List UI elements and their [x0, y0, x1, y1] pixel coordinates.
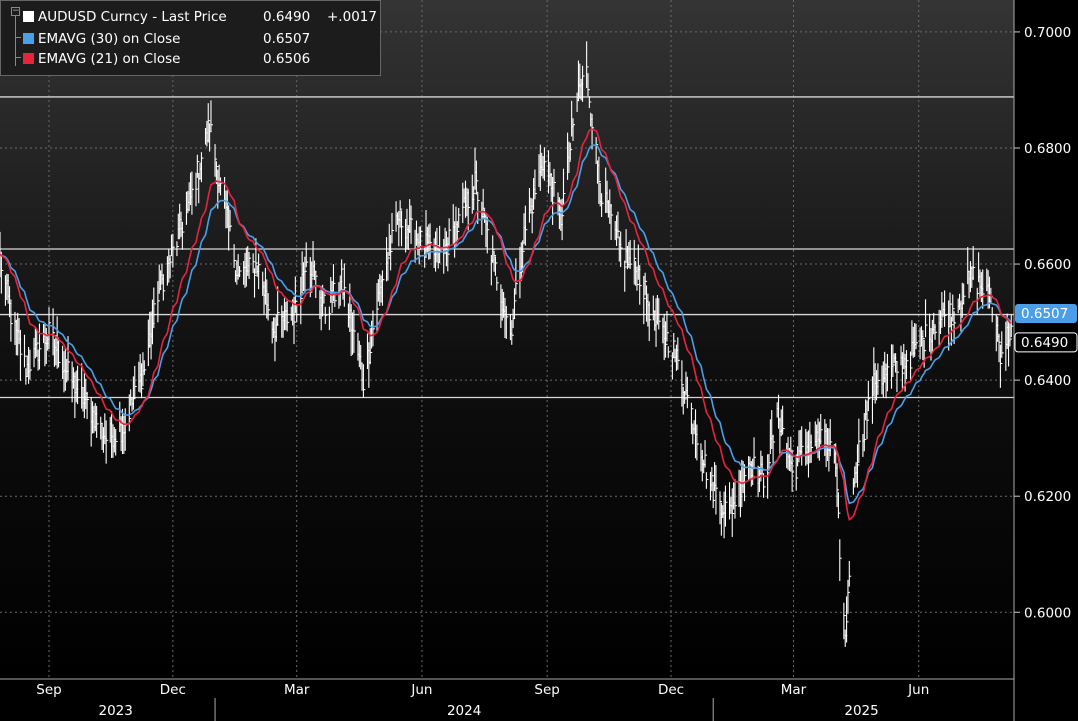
last-value-text: 0.6507	[1021, 306, 1068, 322]
legend-ema21-value: 0.6506	[263, 51, 311, 67]
ema21-swatch	[23, 53, 34, 64]
legend-ema30-name: EMAVG (30) on Close	[38, 31, 181, 47]
last-value-labels: 0.6507 0.6490	[1014, 304, 1078, 353]
legend-price-value: 0.6490	[263, 9, 311, 25]
legend-price-change: +.0017	[327, 9, 377, 25]
x-year-label: 2025	[844, 703, 878, 719]
chart-canvas: 0.7000 0.6800 0.6600 0.6400 0.6200 0.6000 Sep…	[0, 0, 1078, 721]
y-tick-label: 0.6200	[1024, 489, 1071, 505]
x-month-label: Jun	[410, 682, 432, 698]
y-tick-label: 0.6000	[1024, 605, 1071, 621]
ema30-swatch	[23, 33, 34, 44]
legend-row-price: AUDUSD Curncy - Last Price 0.6490 +.0017	[23, 8, 377, 26]
x-axis: Sep Dec Mar Jun Sep Dec Mar Jun 2023 2024 2025	[0, 678, 1014, 721]
x-month-label: Sep	[36, 682, 61, 698]
legend-row-ema21: EMAVG (21) on Close 0.6506	[23, 50, 310, 68]
collapse-toggle-icon[interactable]: −	[11, 7, 20, 16]
x-month-label: Sep	[534, 682, 559, 698]
y-tick-label: 0.7000	[1024, 25, 1071, 41]
y-tick-label: 0.6800	[1024, 141, 1071, 157]
x-month-label: Dec	[160, 682, 186, 698]
last-value-text: 0.6490	[1021, 335, 1068, 351]
legend: − AUDUSD Curncy - Last Price 0.6490 +.00…	[0, 0, 381, 76]
y-tick-label: 0.6400	[1024, 373, 1071, 389]
x-month-label: Mar	[284, 682, 310, 698]
legend-price-name: AUDUSD Curncy - Last Price	[38, 9, 227, 25]
x-month-label: Dec	[658, 682, 684, 698]
y-tick-label: 0.6600	[1024, 257, 1071, 273]
legend-ema21-name: EMAVG (21) on Close	[38, 51, 181, 67]
x-month-label: Jun	[907, 682, 929, 698]
x-month-label: Mar	[781, 682, 807, 698]
x-year-label: 2024	[447, 703, 481, 719]
x-year-label: 2023	[99, 703, 133, 719]
legend-row-ema30: EMAVG (30) on Close 0.6507	[23, 30, 310, 48]
price-swatch	[23, 11, 34, 22]
legend-ema30-value: 0.6507	[263, 31, 311, 47]
y-axis: 0.7000 0.6800 0.6600 0.6400 0.6200 0.6000	[1013, 0, 1071, 721]
